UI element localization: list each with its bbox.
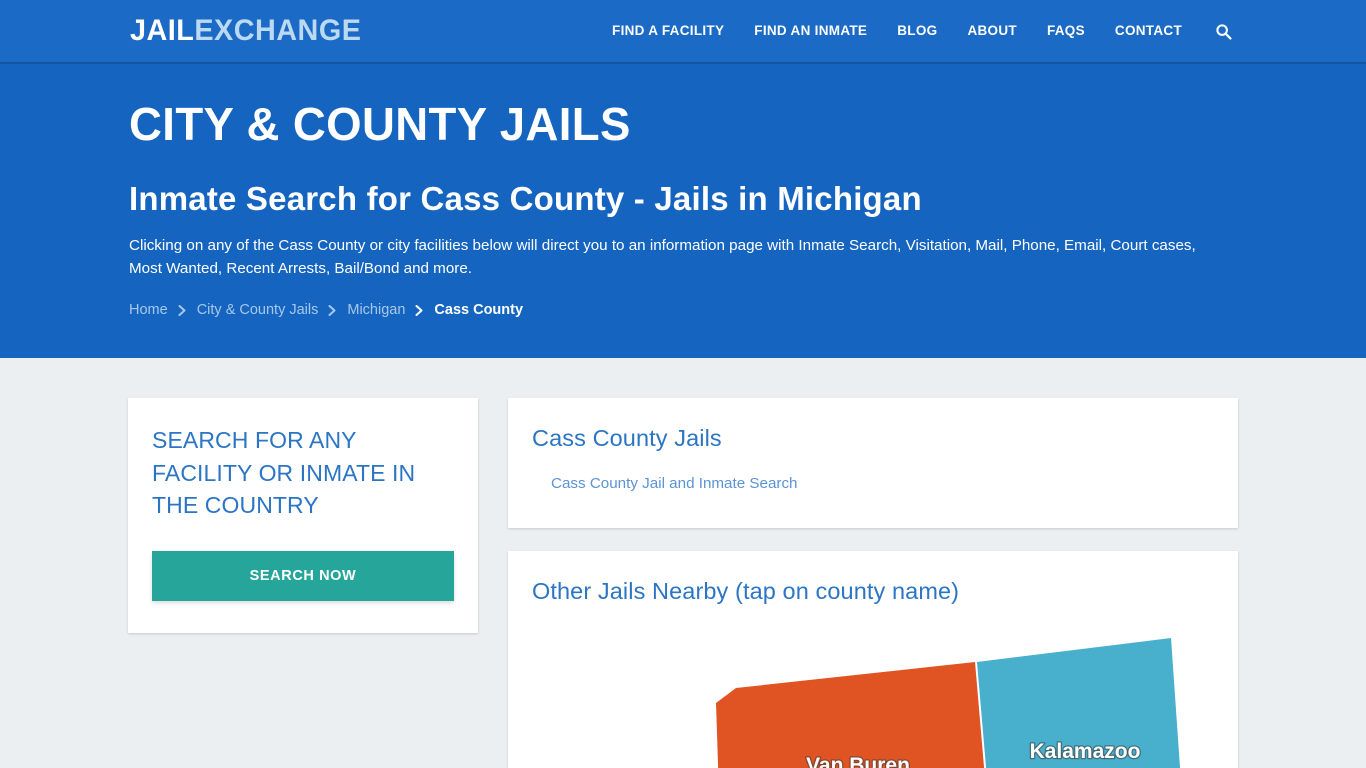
breadcrumb-item-home[interactable]: Home	[129, 303, 168, 318]
nav-inner: JAILEXCHANGE FIND A FACILITY FIND AN INM…	[128, 0, 1238, 62]
nav-search-button[interactable]	[1197, 23, 1238, 40]
logo-text-primary: JAIL	[130, 14, 195, 47]
breadcrumb: Home City & County Jails Michigan Cass C…	[129, 303, 1238, 318]
search-card-title: SEARCH FOR ANY FACILITY OR INMATE IN THE…	[152, 427, 416, 519]
nav-item-find-an-inmate[interactable]: FIND AN INMATE	[739, 0, 882, 63]
main-content: SEARCH FOR ANY FACILITY OR INMATE IN THE…	[128, 358, 1238, 768]
list-item: Cass County Jail and Inmate Search	[551, 473, 1214, 494]
nearby-counties-map: Van Buren Kalamazoo	[508, 625, 1238, 768]
nav-item-find-a-facility[interactable]: FIND A FACILITY	[597, 0, 739, 63]
county-label-kalamazoo[interactable]: Kalamazoo	[1028, 738, 1141, 764]
search-icon	[1216, 23, 1232, 40]
content-column: Cass County Jails Cass County Jail and I…	[508, 385, 1238, 768]
breadcrumb-chevron-icon	[328, 305, 337, 317]
nav-item-about[interactable]: ABOUT	[952, 0, 1032, 63]
nav-item-blog[interactable]: BLOG	[882, 0, 952, 63]
hero-section: CITY & COUNTY JAILS Inmate Search for Ca…	[0, 64, 1366, 358]
breadcrumb-item-city-county-jails[interactable]: City & County Jails	[197, 303, 319, 318]
county-jails-heading: Cass County Jails	[532, 425, 722, 451]
page-description: Clicking on any of the Cass County or ci…	[129, 237, 1196, 277]
page-subtitle: Inmate Search for Cass County - Jails in…	[129, 179, 922, 217]
logo-text-secondary: EXCHANGE	[194, 14, 362, 47]
county-label-van-buren[interactable]: Van Buren	[805, 752, 911, 768]
jail-link-cass-county[interactable]: Cass County Jail and Inmate Search	[551, 475, 798, 492]
site-logo[interactable]: JAILEXCHANGE	[130, 16, 361, 46]
top-navigation-bar: JAILEXCHANGE FIND A FACILITY FIND AN INM…	[0, 0, 1366, 64]
sidebar-column: SEARCH FOR ANY FACILITY OR INMATE IN THE…	[128, 385, 478, 633]
breadcrumb-chevron-icon	[178, 305, 187, 317]
search-facility-card: SEARCH FOR ANY FACILITY OR INMATE IN THE…	[128, 398, 478, 633]
county-jails-list: Cass County Jail and Inmate Search	[532, 473, 1214, 494]
nav-menu: FIND A FACILITY FIND AN INMATE BLOG ABOU…	[597, 0, 1238, 63]
county-shape-van-buren[interactable]	[716, 661, 989, 768]
county-jails-card: Cass County Jails Cass County Jail and I…	[508, 398, 1238, 529]
county-map-svg: Van Buren Kalamazoo	[716, 637, 1181, 768]
nav-item-faqs[interactable]: FAQs	[1032, 0, 1100, 63]
hero-inner: CITY & COUNTY JAILS Inmate Search for Ca…	[128, 98, 1238, 317]
nearby-jails-heading: Other Jails Nearby (tap on county name)	[532, 578, 960, 605]
breadcrumb-chevron-icon	[415, 305, 424, 317]
search-now-button[interactable]: SEARCH NOW	[152, 550, 454, 601]
nearby-jails-card: Other Jails Nearby (tap on county name) …	[508, 551, 1238, 768]
page-title: CITY & COUNTY JAILS	[129, 98, 631, 150]
breadcrumb-item-michigan[interactable]: Michigan	[347, 303, 405, 318]
breadcrumb-item-cass-county: Cass County	[434, 301, 524, 318]
nav-item-contact[interactable]: CONTACT	[1100, 0, 1197, 63]
